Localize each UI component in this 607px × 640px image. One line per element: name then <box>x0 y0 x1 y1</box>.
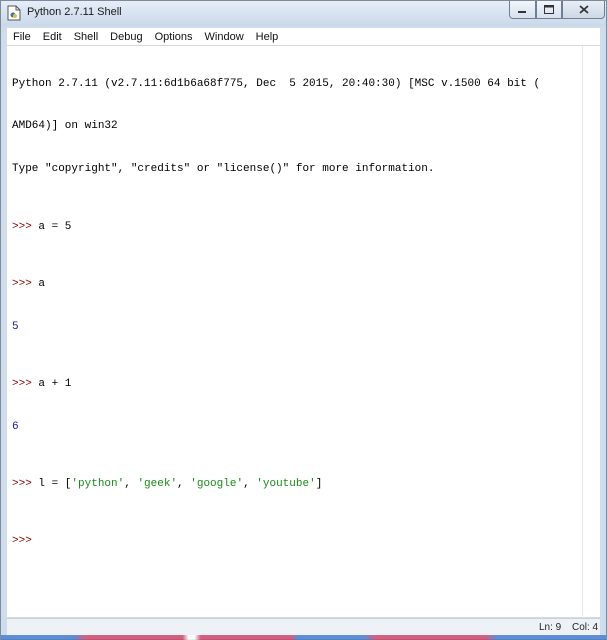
separator: , <box>124 477 138 490</box>
command: ] <box>315 477 323 490</box>
input-line-current: >>> <box>12 534 580 548</box>
document-icon <box>7 5 21 21</box>
command: a = 5 <box>38 220 72 233</box>
string-literal: 'google' <box>190 477 244 490</box>
menu-debug[interactable]: Debug <box>104 31 148 43</box>
banner-text: Type "copyright", "credits" or "license(… <box>12 163 435 176</box>
command: l = [ <box>38 477 72 490</box>
banner-line: Python 2.7.11 (v2.7.11:6d1b6a68f775, Dec… <box>12 77 580 91</box>
prompt: >>> <box>12 277 39 290</box>
maximize-button[interactable] <box>536 1 562 19</box>
string-literal: 'youtube' <box>256 477 316 490</box>
menu-bar: File Edit Shell Debug Options Window Hel… <box>7 28 600 45</box>
output-value: 5 <box>12 320 19 333</box>
command: a + 1 <box>38 377 72 390</box>
column-number: Col: 4 <box>572 622 599 633</box>
input-line: >>> a + 1 <box>12 377 580 391</box>
shell-text-area[interactable]: Python 2.7.11 (v2.7.11:6d1b6a68f775, Dec… <box>7 45 600 617</box>
menu-edit[interactable]: Edit <box>37 31 68 43</box>
menu-window[interactable]: Window <box>199 31 250 43</box>
string-literal: 'geek' <box>137 477 178 490</box>
menu-file[interactable]: File <box>7 31 37 43</box>
maximize-icon <box>544 5 554 14</box>
command: a <box>38 277 46 290</box>
window-title: Python 2.7.11 Shell <box>27 6 122 18</box>
prompt: >>> <box>12 377 39 390</box>
string-literal: 'python' <box>71 477 125 490</box>
title-bar[interactable]: Python 2.7.11 Shell <box>1 1 606 26</box>
taskbar-strip <box>1 635 606 640</box>
close-icon <box>578 5 589 14</box>
banner-line: AMD64)] on win32 <box>12 119 580 133</box>
menu-options[interactable]: Options <box>149 31 199 43</box>
banner-line: Type "copyright", "credits" or "license(… <box>12 162 580 176</box>
output-line: 5 <box>12 320 580 334</box>
idle-shell-window: Python 2.7.11 Shell File Edit Shell Debu… <box>0 0 607 640</box>
prompt: >>> <box>12 535 39 548</box>
console-output: Python 2.7.11 (v2.7.11:6d1b6a68f775, Dec… <box>12 48 580 577</box>
status-bar: Ln: 9 Col: 4 <box>7 618 600 636</box>
input-line: >>> a = 5 <box>12 220 580 234</box>
input-line: >>> l = ['python', 'geek', 'google', 'yo… <box>12 477 580 491</box>
input-line: >>> a <box>12 277 580 291</box>
output-value: 6 <box>12 420 19 433</box>
banner-text: Python 2.7.11 (v2.7.11:6d1b6a68f775, Dec… <box>12 77 541 90</box>
menu-shell[interactable]: Shell <box>68 31 104 43</box>
minimize-icon <box>518 10 526 13</box>
menu-help[interactable]: Help <box>250 31 285 43</box>
vertical-scrollbar[interactable] <box>582 46 600 616</box>
line-number: Ln: 9 <box>539 622 562 633</box>
separator: , <box>177 477 191 490</box>
minimize-button[interactable] <box>509 1 536 19</box>
separator: , <box>243 477 257 490</box>
prompt: >>> <box>12 220 39 233</box>
prompt: >>> <box>12 477 39 490</box>
close-button[interactable] <box>562 1 605 19</box>
banner-text: AMD64)] on win32 <box>12 120 118 133</box>
output-line: 6 <box>12 420 580 434</box>
